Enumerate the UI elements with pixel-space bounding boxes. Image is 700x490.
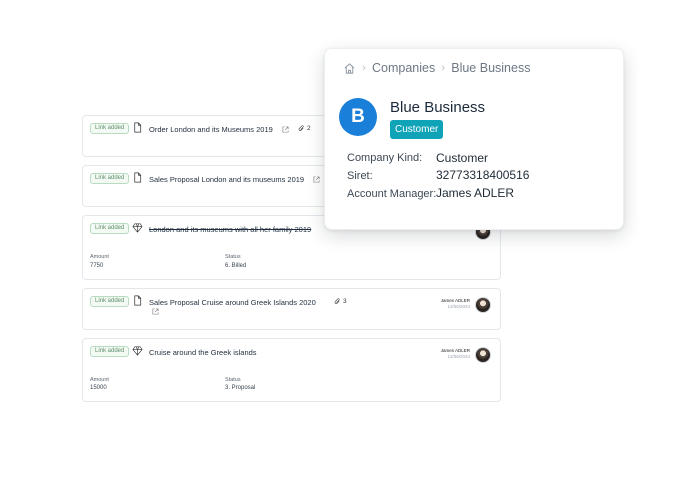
external-link-icon[interactable] bbox=[152, 308, 159, 315]
company-kind-label: Company Kind: bbox=[347, 152, 423, 164]
attachments-number: 3 bbox=[343, 298, 347, 305]
diamond-icon bbox=[132, 223, 143, 233]
item-date: 12/06/2024 bbox=[447, 304, 470, 309]
customer-badge: Customer bbox=[390, 120, 444, 139]
link-added-badge: Link added bbox=[90, 296, 130, 307]
attachments-number: 2 bbox=[307, 125, 311, 132]
author-meta: James ADLER 12/06/2024 bbox=[441, 348, 470, 360]
external-link-icon[interactable] bbox=[313, 176, 320, 183]
attachments-count[interactable]: 2 bbox=[298, 125, 311, 132]
feed-item-title[interactable]: Order London and its Museums 2019 bbox=[149, 125, 273, 134]
home-icon[interactable] bbox=[343, 62, 356, 75]
breadcrumb-current: Blue Business bbox=[451, 61, 531, 75]
external-link-icon[interactable] bbox=[282, 126, 289, 133]
amount-label: Amount bbox=[90, 254, 109, 260]
account-manager-value: James ADLER bbox=[436, 186, 515, 200]
feed-item-title[interactable]: Cruise around the Greek islands bbox=[149, 348, 257, 357]
author-meta: James ADLER 12/06/2024 bbox=[441, 298, 470, 310]
amount-value: 15000 bbox=[90, 385, 107, 391]
chevron-right-icon: › bbox=[362, 62, 366, 74]
feed-item-title[interactable]: Sales Proposal Cruise around Greek Islan… bbox=[149, 298, 316, 307]
avatar bbox=[475, 297, 491, 313]
status-value: 6. Billed bbox=[225, 263, 247, 269]
link-added-badge: Link added bbox=[90, 223, 130, 234]
avatar bbox=[475, 347, 491, 363]
status-label: Status bbox=[225, 377, 241, 383]
document-icon bbox=[134, 172, 142, 183]
feed-item[interactable]: Link added Sales Proposal Cruise around … bbox=[82, 288, 501, 330]
breadcrumb-companies[interactable]: Companies bbox=[372, 61, 435, 75]
feed-item[interactable]: Link added Cruise around the Greek islan… bbox=[82, 338, 501, 402]
company-kind-value: Customer bbox=[436, 151, 489, 165]
attachments-count[interactable]: 3 bbox=[334, 298, 347, 305]
company-name: Blue Business bbox=[390, 99, 486, 116]
siret-label: Siret: bbox=[347, 170, 373, 182]
amount-label: Amount bbox=[90, 377, 109, 383]
status-label: Status bbox=[225, 254, 241, 260]
item-date: 12/06/2024 bbox=[447, 354, 470, 359]
feed-item-title[interactable]: London and its museums with all her fami… bbox=[149, 225, 311, 234]
company-logo: B bbox=[339, 98, 377, 136]
account-manager-label: Account Manager: bbox=[347, 188, 437, 200]
breadcrumb: › Companies › Blue Business bbox=[343, 60, 530, 76]
status-value: 3. Proposal bbox=[225, 385, 256, 391]
siret-value: 32773318400516 bbox=[436, 168, 530, 182]
company-popup: › Companies › Blue Business B Blue Busin… bbox=[324, 48, 624, 230]
link-added-badge: Link added bbox=[90, 123, 130, 134]
link-added-badge: Link added bbox=[90, 173, 130, 184]
link-added-badge: Link added bbox=[90, 346, 130, 357]
document-icon bbox=[134, 295, 142, 306]
document-icon bbox=[134, 122, 142, 133]
amount-value: 7750 bbox=[90, 263, 104, 269]
paperclip-icon bbox=[298, 125, 304, 131]
diamond-icon bbox=[132, 346, 143, 356]
chevron-right-icon: › bbox=[441, 62, 446, 74]
paperclip-icon bbox=[334, 298, 340, 304]
feed-item-title[interactable]: Sales Proposal London and its museums 20… bbox=[149, 175, 304, 184]
